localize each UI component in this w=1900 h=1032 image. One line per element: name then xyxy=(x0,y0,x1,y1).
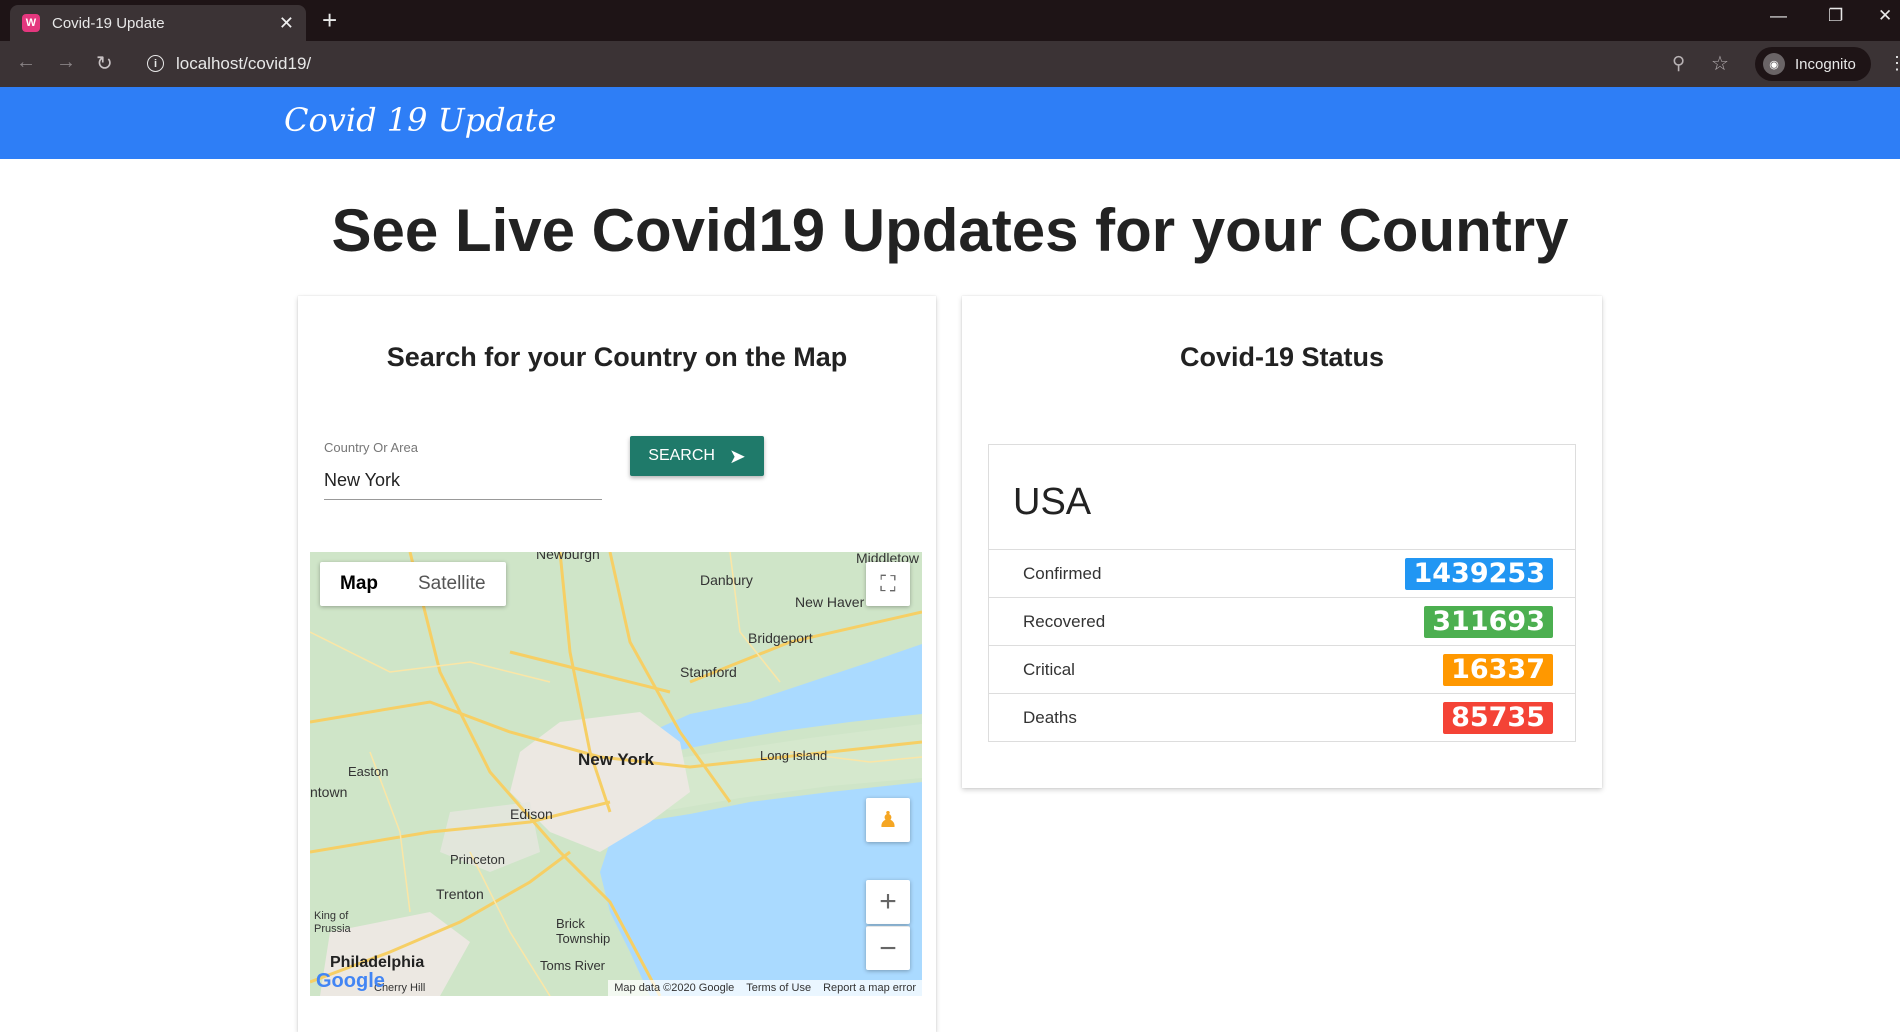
incognito-label: Incognito xyxy=(1795,55,1856,73)
street-view-pegman-icon[interactable]: ♟ xyxy=(866,798,910,842)
map-label-danbury: Danbury xyxy=(700,572,753,588)
status-row-recovered: Recovered 311693 xyxy=(989,597,1575,645)
status-card: Covid-19 Status USA Confirmed 1439253 Re… xyxy=(962,296,1602,788)
status-label: Deaths xyxy=(1023,707,1077,727)
status-card-title: Covid-19 Status xyxy=(1179,342,1385,372)
map-label-princeton: Princeton xyxy=(450,852,505,867)
forward-icon[interactable]: → xyxy=(56,51,76,74)
map-label-king-of-prussia: King of Prussia xyxy=(314,910,351,935)
terms-of-use-link[interactable]: Terms of Use xyxy=(746,982,811,994)
minimize-icon[interactable]: — xyxy=(1770,6,1787,26)
incognito-badge[interactable]: ◉ Incognito xyxy=(1755,47,1871,81)
map-label-toms-river: Toms River xyxy=(540,958,606,973)
confirmed-badge: 1439253 xyxy=(1405,557,1553,590)
status-row-deaths: Deaths 85735 xyxy=(989,693,1575,741)
window-close-icon[interactable]: ✕ xyxy=(1878,6,1892,26)
url-field[interactable]: localhost/covid19/ xyxy=(176,54,311,74)
map-canvas xyxy=(310,552,922,996)
search-button[interactable]: SEARCH ➤ xyxy=(630,436,764,476)
page-title: See Live Covid19 Updates for your Countr… xyxy=(331,197,1569,264)
tab-title: Covid-19 Update xyxy=(52,14,165,32)
incognito-icon: ◉ xyxy=(1763,53,1785,75)
zoom-in-button[interactable]: + xyxy=(866,880,910,924)
critical-badge: 16337 xyxy=(1443,653,1553,686)
map[interactable]: Newburgh Middletow Danbury New Haver Bri… xyxy=(310,552,922,996)
google-logo: Google xyxy=(316,970,385,992)
map-label-allentown: ntown xyxy=(310,784,348,800)
country-name: USA xyxy=(1013,481,1092,523)
map-footer: Map data ©2020 Google Terms of Use Repor… xyxy=(608,980,922,996)
new-tab-button[interactable]: + xyxy=(322,6,337,34)
tab-close-icon[interactable]: ✕ xyxy=(279,13,294,34)
map-label-stamford: Stamford xyxy=(680,664,737,680)
bookmark-star-icon[interactable]: ☆ xyxy=(1711,51,1729,76)
favicon-icon: W xyxy=(22,14,40,32)
map-label-easton: Easton xyxy=(348,764,389,779)
map-type-map-button[interactable]: Map xyxy=(320,562,398,606)
status-label: Recovered xyxy=(1023,611,1106,631)
search-card: Search for your Country on the Map Count… xyxy=(298,296,936,1032)
report-map-error-link[interactable]: Report a map error xyxy=(823,982,916,994)
browser-menu-icon[interactable]: ⋮ xyxy=(1888,53,1900,74)
restore-icon[interactable]: ❐ xyxy=(1828,6,1843,26)
status-row-confirmed: Confirmed 1439253 xyxy=(989,549,1575,597)
send-icon: ➤ xyxy=(728,445,746,468)
search-button-label: SEARCH xyxy=(648,447,715,464)
app-header: Covid 19 Update xyxy=(0,87,1900,159)
browser-tab[interactable]: W Covid-19 Update ✕ xyxy=(10,5,306,41)
status-row-critical: Critical 16337 xyxy=(989,645,1575,693)
country-input[interactable] xyxy=(324,462,602,500)
back-icon[interactable]: ← xyxy=(16,51,36,74)
reload-icon[interactable]: ↻ xyxy=(96,51,113,76)
zoom-icon[interactable]: ⚲ xyxy=(1672,53,1685,74)
status-list: USA Confirmed 1439253 Recovered 311693 C… xyxy=(988,444,1576,742)
map-type-satellite-button[interactable]: Satellite xyxy=(398,562,506,606)
deaths-badge: 85735 xyxy=(1443,701,1553,734)
brand-logo[interactable]: Covid 19 Update xyxy=(284,101,556,139)
fullscreen-icon[interactable]: ⛶ xyxy=(866,562,910,606)
map-label-new-haven: New Haver xyxy=(795,594,865,610)
map-label-trenton: Trenton xyxy=(436,886,484,902)
search-card-title: Search for your Country on the Map xyxy=(386,342,848,372)
site-info-icon[interactable]: i xyxy=(147,55,164,72)
map-type-control: Map Satellite xyxy=(320,562,506,606)
map-label-brick-township: Brick Township xyxy=(556,916,611,946)
map-label-long-island: Long Island xyxy=(760,748,828,763)
map-label-bridgeport: Bridgeport xyxy=(748,630,813,646)
map-label-edison: Edison xyxy=(510,806,553,822)
browser-tab-bar: W Covid-19 Update ✕ + — ❐ ✕ xyxy=(0,0,1900,41)
map-data-attribution: Map data ©2020 Google xyxy=(614,982,735,994)
recovered-badge: 311693 xyxy=(1424,605,1553,638)
address-bar: ← → ↻ i localhost/covid19/ ⚲ ☆ ◉ Incogni… xyxy=(0,41,1900,87)
map-label-newburgh: Newburgh xyxy=(536,552,600,562)
status-label: Confirmed xyxy=(1023,563,1102,583)
map-label-new-york: New York xyxy=(578,750,654,769)
country-field-label: Country Or Area xyxy=(324,440,418,455)
zoom-out-button[interactable]: − xyxy=(866,926,910,970)
status-label: Critical xyxy=(1023,659,1075,679)
